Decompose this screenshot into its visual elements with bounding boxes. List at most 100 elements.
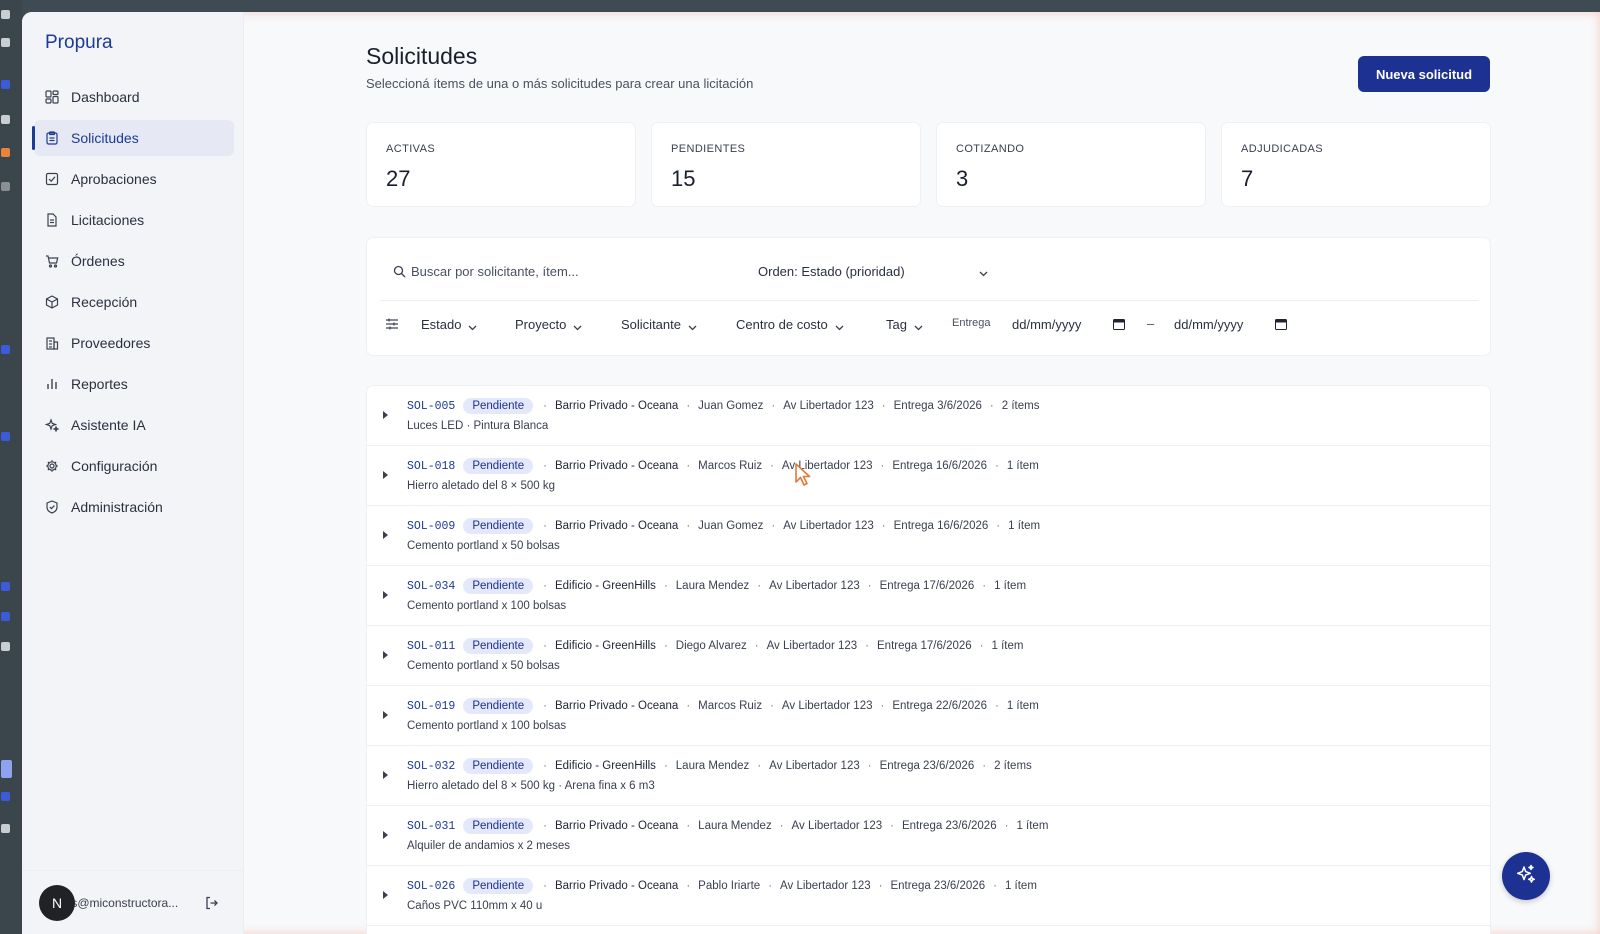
logout-icon[interactable] xyxy=(204,895,220,911)
request-project: Edificio - GreenHills xyxy=(554,580,656,592)
dock-icon[interactable] xyxy=(1,612,10,621)
request-id[interactable]: SOL-026 xyxy=(407,880,455,893)
new-request-button[interactable]: Nueva solicitud xyxy=(1358,56,1490,92)
user-footer: N c s@miconstructora... xyxy=(22,870,244,934)
sidebar-item-aprobaciones[interactable]: Aprobaciones xyxy=(34,161,234,197)
request-row[interactable]: SOL-009 Pendiente · Barrio Privado - Oceana… xyxy=(367,506,1490,566)
sliders-icon[interactable] xyxy=(385,317,399,331)
dock-icon[interactable] xyxy=(1,10,10,19)
request-id[interactable]: SOL-009 xyxy=(407,520,455,533)
page-title: Solicitudes xyxy=(366,43,478,69)
request-id[interactable]: SOL-031 xyxy=(407,820,455,833)
request-id[interactable]: SOL-005 xyxy=(407,400,455,413)
dock-icon[interactable] xyxy=(1,760,12,778)
expand-caret-icon[interactable] xyxy=(383,651,388,659)
sidebar-item-reportes[interactable]: Reportes xyxy=(34,366,234,402)
request-row[interactable]: SOL-034 Pendiente · Edificio - GreenHills · L… xyxy=(367,566,1490,626)
sidebar-item-solicitudes[interactable]: Solicitudes xyxy=(32,120,234,156)
dock-icon[interactable] xyxy=(1,582,10,591)
sidebar-item-asistente-ia[interactable]: Asistente IA xyxy=(34,407,234,443)
sidebar-item-ordenes[interactable]: Órdenes xyxy=(34,243,234,279)
request-id[interactable]: SOL-034 xyxy=(407,580,455,593)
dock-icon[interactable] xyxy=(1,432,10,441)
expand-caret-icon[interactable] xyxy=(383,891,388,899)
request-row[interactable]: SOL-011 Pendiente · Edificio - GreenHills · D… xyxy=(367,626,1490,686)
dock-icon[interactable] xyxy=(1,182,10,191)
sidebar-item-dashboard[interactable]: Dashboard xyxy=(34,79,234,115)
sidebar-item-administracion[interactable]: Administración xyxy=(34,489,234,525)
request-item-count: 2 ítems xyxy=(994,760,1032,772)
request-row[interactable]: SOL-018 Pendiente · Barrio Privado - Oceana… xyxy=(367,446,1490,506)
sidebar-item-licitaciones[interactable]: Licitaciones xyxy=(34,202,234,238)
request-row[interactable]: SOL-005 Pendiente · Barrio Privado - Oceana… xyxy=(367,386,1490,446)
separator-dot: · xyxy=(994,700,999,712)
status-badge: Pendiente xyxy=(463,638,534,654)
date-to-field[interactable]: dd/mm/yyyy xyxy=(1174,313,1288,335)
filter-proyecto[interactable]: Proyecto xyxy=(515,314,582,334)
separator-dot: · xyxy=(865,640,870,652)
request-row[interactable]: SOL-026 Pendiente · Barrio Privado - Oceana… xyxy=(367,866,1490,926)
filter-centro-de-costo[interactable]: Centro de costo xyxy=(736,314,844,334)
request-summary: SOL-026 Pendiente · Barrio Privado - Oceana… xyxy=(407,877,1037,895)
request-requester: Pablo Iriarte xyxy=(698,880,761,892)
filter-estado[interactable]: Estado xyxy=(421,314,477,334)
request-row[interactable]: SOL-032 Pendiente · Edificio - GreenHills · L… xyxy=(367,746,1490,806)
request-delivery: Entrega 3/6/2026 xyxy=(893,400,982,412)
date-from-field[interactable]: dd/mm/yyyy xyxy=(1012,313,1126,335)
request-row[interactable]: SOL-031 Pendiente · Barrio Privado - Oceana… xyxy=(367,806,1490,866)
request-address: Av Libertador 123 xyxy=(783,520,874,532)
chevron-down-icon xyxy=(468,320,477,330)
os-dock-strip xyxy=(0,0,22,934)
filter-label: Tag xyxy=(886,316,907,332)
expand-caret-icon[interactable] xyxy=(383,771,388,779)
expand-caret-icon[interactable] xyxy=(383,831,388,839)
request-summary: SOL-034 Pendiente · Edificio - GreenHills · L… xyxy=(407,577,1026,595)
package-icon xyxy=(45,295,59,309)
expand-caret-icon[interactable] xyxy=(383,471,388,479)
request-requester: Laura Mendez xyxy=(698,820,772,832)
dock-icon[interactable] xyxy=(1,642,10,651)
request-row[interactable]: SOL-019 Pendiente · Barrio Privado - Oceana… xyxy=(367,686,1490,746)
sidebar-item-configuracion[interactable]: Configuración xyxy=(34,448,234,484)
separator-dot: · xyxy=(543,640,547,652)
expand-caret-icon[interactable] xyxy=(383,711,388,719)
separator-dot: · xyxy=(543,820,547,832)
dock-icon[interactable] xyxy=(1,38,10,47)
separator-dot: · xyxy=(881,520,886,532)
dock-icon[interactable] xyxy=(1,792,10,801)
status-badge: Pendiente xyxy=(463,458,534,474)
request-requester: Juan Gomez xyxy=(698,520,764,532)
expand-caret-icon[interactable] xyxy=(383,531,388,539)
sidebar-item-proveedores[interactable]: Proveedores xyxy=(34,325,234,361)
filter-solicitante[interactable]: Solicitante xyxy=(621,314,697,334)
separator-dot: · xyxy=(686,400,691,412)
sidebar-item-label: Órdenes xyxy=(71,253,125,269)
avatar[interactable]: N xyxy=(39,885,75,921)
calendar-icon[interactable] xyxy=(1113,318,1126,330)
stat-label: ACTIVAS xyxy=(386,143,436,155)
sidebar-item-recepcion[interactable]: Recepción xyxy=(34,284,234,320)
dock-icon[interactable] xyxy=(1,115,10,124)
search-input[interactable] xyxy=(411,258,731,284)
request-address: Av Libertador 123 xyxy=(769,760,860,772)
order-select[interactable]: Orden: Estado (prioridad) xyxy=(758,259,988,283)
request-id[interactable]: SOL-018 xyxy=(407,460,455,473)
calendar-icon[interactable] xyxy=(1275,318,1288,330)
dock-icon[interactable] xyxy=(1,80,10,89)
request-id[interactable]: SOL-032 xyxy=(407,760,455,773)
sidebar-item-label: Administración xyxy=(71,499,163,515)
ai-assistant-fab[interactable] xyxy=(1502,852,1550,900)
dock-icon[interactable] xyxy=(1,148,10,157)
stat-value: 3 xyxy=(956,166,969,191)
stat-card-pendientes: PENDIENTES 15 xyxy=(651,122,921,207)
expand-caret-icon[interactable] xyxy=(383,591,388,599)
request-list: SOL-005 Pendiente · Barrio Privado - Oceana… xyxy=(366,385,1491,934)
dock-icon[interactable] xyxy=(1,345,10,354)
brand-logo[interactable]: Propura xyxy=(45,32,113,54)
expand-caret-icon[interactable] xyxy=(383,411,388,419)
dock-icon[interactable] xyxy=(1,824,10,833)
request-id[interactable]: SOL-011 xyxy=(407,640,455,653)
separator-dot: · xyxy=(543,580,547,592)
filter-tag[interactable]: Tag xyxy=(886,314,923,334)
request-id[interactable]: SOL-019 xyxy=(407,700,455,713)
